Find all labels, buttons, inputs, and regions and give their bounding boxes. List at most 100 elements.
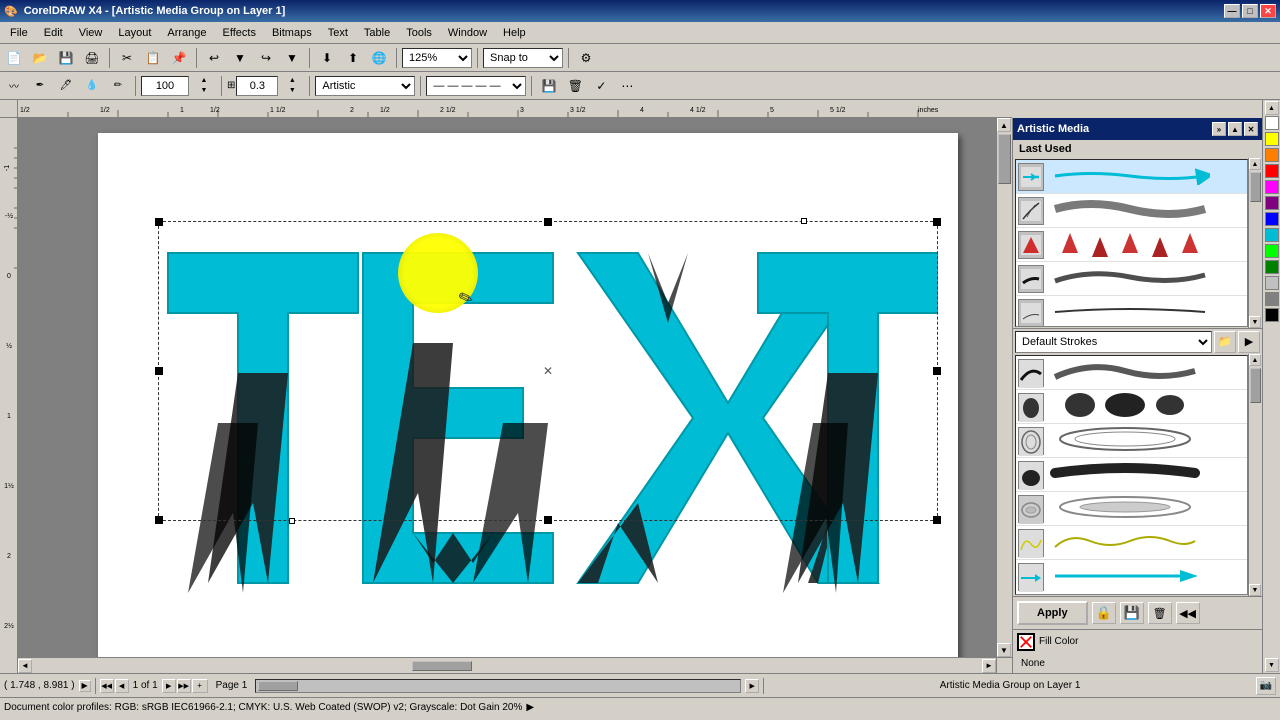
menu-window[interactable]: Window xyxy=(440,25,495,41)
default-stroke-2[interactable] xyxy=(1016,390,1247,424)
stroke-item-3[interactable] xyxy=(1016,228,1247,262)
panel-scroll-thumb-1[interactable] xyxy=(1250,172,1261,202)
color-red[interactable] xyxy=(1265,164,1279,178)
delete-panel-btn[interactable]: 🗑 xyxy=(1148,602,1172,624)
panel-close-btn[interactable]: ✕ xyxy=(1244,122,1258,136)
page-first-btn[interactable]: ◀◀ xyxy=(100,679,114,693)
scroll-up-btn[interactable]: ▲ xyxy=(997,118,1011,132)
nudge-down-btn[interactable]: ▼ xyxy=(280,86,304,96)
save-stroke-btn[interactable]: 💾 xyxy=(537,75,561,97)
color-gray[interactable] xyxy=(1265,292,1279,306)
copy-button[interactable]: 📋 xyxy=(141,47,165,69)
open-button[interactable]: 📂 xyxy=(28,47,52,69)
nudge-up-btn[interactable]: ▲ xyxy=(280,76,304,86)
color-black[interactable] xyxy=(1265,308,1279,322)
default-stroke-6[interactable] xyxy=(1016,526,1247,560)
options-button[interactable]: ⚙ xyxy=(574,47,598,69)
zoom-dropdown[interactable]: 125% 100% 75% 50% xyxy=(402,48,472,68)
menu-text[interactable]: Text xyxy=(320,25,356,41)
stroke-item-selected[interactable] xyxy=(1016,160,1247,194)
menu-bitmaps[interactable]: Bitmaps xyxy=(264,25,320,41)
menu-tools[interactable]: Tools xyxy=(398,25,440,41)
new-button[interactable]: 📄 xyxy=(2,47,26,69)
options2-btn[interactable]: ⋯ xyxy=(615,75,639,97)
color-white[interactable] xyxy=(1265,116,1279,130)
palette-scroll-down[interactable]: ▼ xyxy=(1265,658,1279,672)
scroll-thumb-v[interactable] xyxy=(998,134,1011,184)
style-dropdown[interactable]: Artistic Default xyxy=(315,76,415,96)
menu-layout[interactable]: Layout xyxy=(110,25,159,41)
color-profile-expand[interactable]: ▶ xyxy=(526,702,534,713)
freehand-mode-btn[interactable]: 〰 xyxy=(2,75,26,97)
print-button[interactable]: 🖨 xyxy=(80,47,104,69)
menu-table[interactable]: Table xyxy=(356,25,398,41)
browse-btn[interactable]: ▶ xyxy=(1238,331,1260,353)
size-down-btn[interactable]: ▼ xyxy=(192,86,216,96)
page-scroll[interactable] xyxy=(255,679,741,693)
size-input[interactable] xyxy=(141,76,189,96)
save-panel-btn[interactable]: 💾 xyxy=(1120,602,1144,624)
panel-scroll-thumb-2[interactable] xyxy=(1250,368,1261,403)
scroll-page-right[interactable]: ▶ xyxy=(745,679,759,693)
last-used-list[interactable] xyxy=(1015,159,1248,327)
size-up-btn[interactable]: ▲ xyxy=(192,76,216,86)
menu-edit[interactable]: Edit xyxy=(36,25,71,41)
save-button[interactable]: 💾 xyxy=(54,47,78,69)
stroke-item-4[interactable] xyxy=(1016,262,1247,296)
panel-collapse-btn[interactable]: ▲ xyxy=(1228,122,1242,136)
page-last-btn[interactable]: ▶▶ xyxy=(177,679,191,693)
paste-button[interactable]: 📌 xyxy=(167,47,191,69)
default-stroke-5[interactable] xyxy=(1016,492,1247,526)
menu-help[interactable]: Help xyxy=(495,25,534,41)
scratchboard-mode-btn[interactable]: 🖊 xyxy=(54,75,78,97)
sprayer-mode-btn[interactable]: 💧 xyxy=(80,75,104,97)
scroll-right-btn[interactable]: ► xyxy=(982,659,996,673)
palette-scroll-up[interactable]: ▲ xyxy=(1265,101,1279,115)
canvas-area[interactable]: ✏ xyxy=(18,118,1012,673)
apply-button[interactable]: Apply xyxy=(1017,601,1088,625)
panel-scroll-down-2[interactable]: ▼ xyxy=(1249,584,1261,596)
panel-scroll-down-1[interactable]: ▼ xyxy=(1249,316,1261,328)
redo-dropdown[interactable]: ▼ xyxy=(280,47,304,69)
cut-button[interactable]: ✂ xyxy=(115,47,139,69)
menu-arrange[interactable]: Arrange xyxy=(159,25,214,41)
color-magenta[interactable] xyxy=(1265,180,1279,194)
color-blue[interactable] xyxy=(1265,212,1279,226)
stroke-preview-dropdown[interactable]: — — — — — xyxy=(426,76,526,96)
page-scroll-thumb[interactable] xyxy=(258,681,298,691)
expand-coords-btn[interactable]: ▶ xyxy=(79,680,91,692)
pressure-mode-btn[interactable]: ✒ xyxy=(28,75,52,97)
color-darkgreen[interactable] xyxy=(1265,260,1279,274)
menu-effects[interactable]: Effects xyxy=(215,25,264,41)
snap-dropdown[interactable]: Snap to xyxy=(483,48,563,68)
page-prev-btn[interactable]: ◀ xyxy=(115,679,129,693)
apply-btn-toolbar[interactable]: ✓ xyxy=(589,75,613,97)
publish-button[interactable]: 🌐 xyxy=(367,47,391,69)
color-orange[interactable] xyxy=(1265,148,1279,162)
scroll-thumb-h[interactable] xyxy=(412,661,472,671)
delete-stroke-btn[interactable]: 🗑 xyxy=(563,75,587,97)
menu-file[interactable]: File xyxy=(2,25,36,41)
color-green[interactable] xyxy=(1265,244,1279,258)
panel-expand-btn[interactable]: » xyxy=(1212,122,1226,136)
play-btn[interactable]: ◀◀ xyxy=(1176,602,1200,624)
color-silver[interactable] xyxy=(1265,276,1279,290)
scroll-left-btn[interactable]: ◄ xyxy=(18,659,32,673)
scroll-down-btn[interactable]: ▼ xyxy=(997,643,1011,657)
stroke-category-dropdown[interactable]: Default Strokes Artistic Strokes xyxy=(1015,331,1212,353)
stroke-item-5[interactable] xyxy=(1016,296,1247,327)
default-stroke-1[interactable] xyxy=(1016,356,1247,390)
lock-button[interactable]: 🔒 xyxy=(1092,602,1116,624)
panel-scroll-up-1[interactable]: ▲ xyxy=(1249,158,1261,170)
nudge-input[interactable] xyxy=(236,76,278,96)
default-strokes-list[interactable] xyxy=(1015,355,1248,595)
default-stroke-4[interactable] xyxy=(1016,458,1247,492)
color-cyan[interactable] xyxy=(1265,228,1279,242)
redo-button[interactable]: ↪ xyxy=(254,47,278,69)
color-purple[interactable] xyxy=(1265,196,1279,210)
export-button[interactable]: ⬆ xyxy=(341,47,365,69)
default-stroke-7[interactable] xyxy=(1016,560,1247,594)
undo-dropdown[interactable]: ▼ xyxy=(228,47,252,69)
panel-scroll-up-2[interactable]: ▲ xyxy=(1249,354,1261,366)
add-page-btn[interactable]: + xyxy=(192,679,208,693)
